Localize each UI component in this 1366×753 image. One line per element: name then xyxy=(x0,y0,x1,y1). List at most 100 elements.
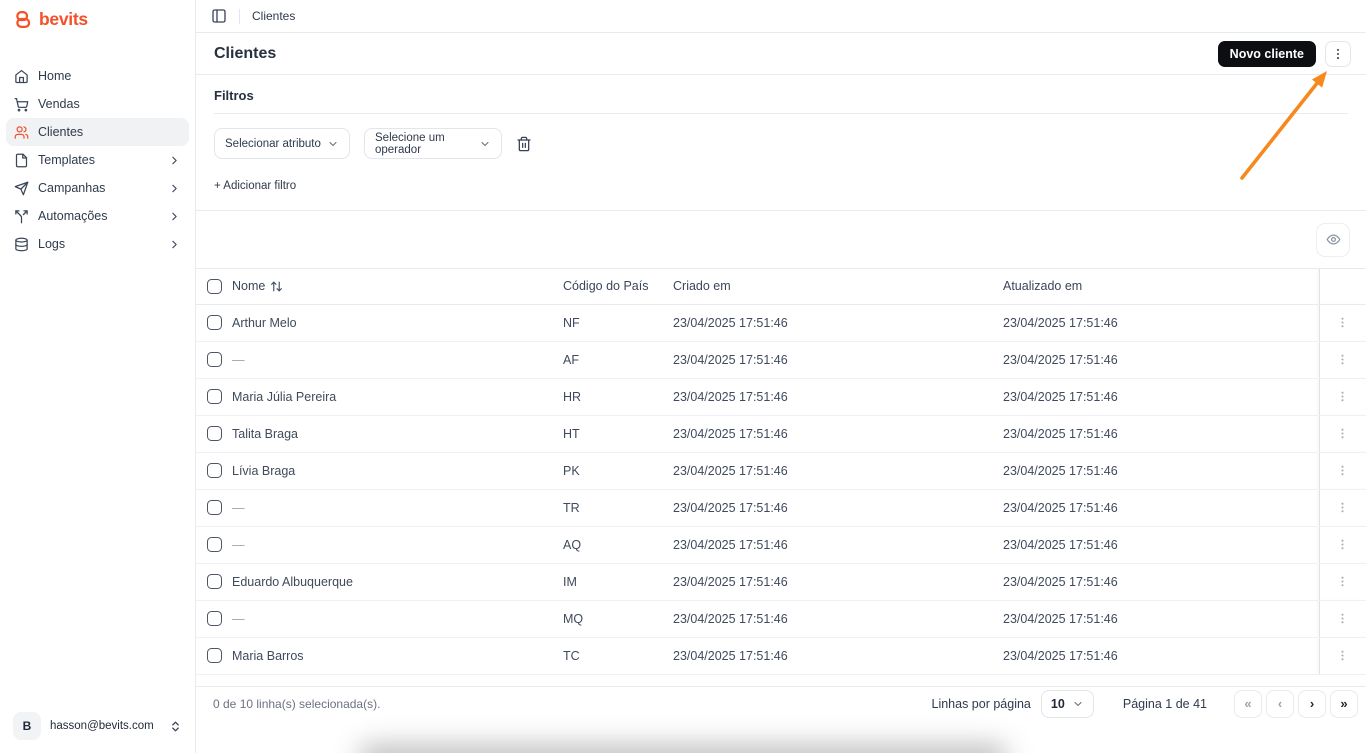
pagination-controls: Linhas por página 10 Página 1 de 41 «‹ ›» xyxy=(932,689,1358,718)
table-row: Talita Braga HT 23/04/2025 17:51:46 23/04/2… xyxy=(196,415,1366,453)
filters-title: Filtros xyxy=(214,88,254,103)
row-checkbox[interactable] xyxy=(207,611,222,626)
chevron-down-icon xyxy=(1072,698,1084,710)
column-header-pais: Código do País xyxy=(563,269,673,305)
row-checkbox[interactable] xyxy=(207,463,222,478)
file-icon xyxy=(14,153,29,168)
table-row: Arthur Melo NF 23/04/2025 17:51:46 23/04/20… xyxy=(196,304,1366,342)
row-checkbox[interactable] xyxy=(207,648,222,663)
row-actions-button[interactable] xyxy=(1332,460,1354,482)
breadcrumb: Clientes xyxy=(252,9,296,23)
row-checkbox[interactable] xyxy=(207,352,222,367)
cell-atualizado: 23/04/2025 17:51:46 xyxy=(1003,600,1319,638)
avatar: B xyxy=(13,712,41,740)
column-header-nome[interactable]: Nome xyxy=(232,279,563,293)
sidebar-nav: Home Vendas Clientes Templates Campanhas Auto… xyxy=(0,62,195,258)
row-actions-button[interactable] xyxy=(1332,423,1354,445)
chevron-right-icon xyxy=(168,182,181,195)
cell-pais: TC xyxy=(563,637,673,675)
row-checkbox[interactable] xyxy=(207,537,222,552)
prev-page-button[interactable]: ‹ xyxy=(1266,689,1294,718)
sidebar-item-templates[interactable]: Templates xyxy=(6,146,189,174)
cell-criado: 23/04/2025 17:51:46 xyxy=(673,415,1003,453)
pager: «‹ ›» xyxy=(1234,689,1358,718)
cell-atualizado: 23/04/2025 17:51:46 xyxy=(1003,452,1319,490)
row-actions-button[interactable] xyxy=(1332,608,1354,630)
cell-nome: Talita Braga xyxy=(232,415,563,453)
topbar: Clientes xyxy=(196,0,1366,33)
table-row: — AF 23/04/2025 17:51:46 23/04/2025 17:51:4… xyxy=(196,341,1366,379)
rows-per-page-select[interactable]: 10 xyxy=(1040,689,1094,718)
header-actions: Novo cliente xyxy=(1217,40,1351,67)
user-menu[interactable]: B hasson@bevits.com xyxy=(8,707,187,745)
eye-icon xyxy=(1326,232,1341,247)
row-actions-button[interactable] xyxy=(1332,645,1354,667)
sidebar-item-vendas[interactable]: Vendas xyxy=(6,90,189,118)
table-toolbar xyxy=(196,211,1366,269)
kebab-icon xyxy=(1336,612,1349,625)
row-actions-button[interactable] xyxy=(1332,571,1354,593)
sidebar-item-campanhas[interactable]: Campanhas xyxy=(6,174,189,202)
column-visibility-button[interactable] xyxy=(1316,222,1350,257)
users-icon xyxy=(14,125,29,140)
chevron-right-icon xyxy=(168,210,181,223)
kebab-icon xyxy=(1336,538,1349,551)
last-page-button[interactable]: » xyxy=(1330,689,1358,718)
chevrons-up-down-icon xyxy=(169,720,182,733)
select-all-checkbox[interactable] xyxy=(207,278,222,294)
app-window: bevits Home Vendas Clientes Templates Campan… xyxy=(0,0,1366,753)
cell-criado: 23/04/2025 17:51:46 xyxy=(673,341,1003,379)
attribute-select[interactable]: Selecionar atributo xyxy=(214,128,350,159)
row-actions-button[interactable] xyxy=(1332,386,1354,408)
row-actions-button[interactable] xyxy=(1332,497,1354,519)
row-checkbox[interactable] xyxy=(207,500,222,515)
row-actions-button[interactable] xyxy=(1332,312,1354,334)
table-row: Maria Barros TC 23/04/2025 17:51:46 23/04/2… xyxy=(196,637,1366,675)
add-filter-button[interactable]: + Adicionar filtro xyxy=(214,180,296,192)
next-page-button[interactable]: › xyxy=(1298,689,1326,718)
kebab-icon xyxy=(1336,501,1349,514)
cart-icon xyxy=(14,97,29,112)
sidebar-item-label: Vendas xyxy=(38,97,80,111)
kebab-icon xyxy=(1336,316,1349,329)
row-actions-button[interactable] xyxy=(1332,349,1354,371)
main-content: Clientes Clientes Novo cliente Filtros S… xyxy=(196,0,1366,753)
split-icon xyxy=(14,209,29,224)
kebab-icon xyxy=(1336,390,1349,403)
table-row: Maria Júlia Pereira HR 23/04/2025 17:51:46… xyxy=(196,378,1366,416)
row-checkbox[interactable] xyxy=(207,315,222,330)
cell-nome: — xyxy=(232,526,563,564)
chevron-down-icon xyxy=(479,138,491,150)
row-checkbox[interactable] xyxy=(207,426,222,441)
rows-per-page-value: 10 xyxy=(1050,696,1065,711)
filters-row: Selecionar atributo Selecione um operado… xyxy=(214,128,1348,159)
sidebar-item-logs[interactable]: Logs xyxy=(6,230,189,258)
sidebar-item-automacoes[interactable]: Automações xyxy=(6,202,189,230)
operator-select[interactable]: Selecione um operador xyxy=(364,128,502,159)
brand-name: bevits xyxy=(39,8,88,29)
kebab-icon xyxy=(1336,649,1349,662)
cell-nome: Maria Júlia Pereira xyxy=(232,378,563,416)
cell-pais: MQ xyxy=(563,600,673,638)
remove-filter-button[interactable] xyxy=(516,136,532,152)
sidebar-item-clientes[interactable]: Clientes xyxy=(6,118,189,146)
first-page-button[interactable]: « xyxy=(1234,689,1262,718)
chevron-right-icon xyxy=(168,154,181,167)
cell-nome: — xyxy=(232,341,563,379)
row-checkbox[interactable] xyxy=(207,389,222,404)
row-actions-button[interactable] xyxy=(1332,534,1354,556)
table-header-row: Nome Código do País Criado em Atualizado… xyxy=(196,269,1366,305)
new-client-button[interactable]: Novo cliente xyxy=(1217,40,1316,67)
user-email: hasson@bevits.com xyxy=(50,720,154,732)
operator-select-value: Selecione um operador xyxy=(375,131,445,156)
cell-atualizado: 23/04/2025 17:51:46 xyxy=(1003,637,1319,675)
table-row: — MQ 23/04/2025 17:51:46 23/04/2025 17:51:4… xyxy=(196,600,1366,638)
page-kebab-button[interactable] xyxy=(1325,40,1351,67)
sidebar-item-label: Automações xyxy=(38,209,108,223)
kebab-icon xyxy=(1336,464,1349,477)
cell-atualizado: 23/04/2025 17:51:46 xyxy=(1003,304,1319,342)
sidebar-toggle-icon[interactable] xyxy=(211,8,227,24)
column-header-actions xyxy=(1318,269,1366,305)
sidebar-item-home[interactable]: Home xyxy=(6,62,189,90)
row-checkbox[interactable] xyxy=(207,574,222,589)
